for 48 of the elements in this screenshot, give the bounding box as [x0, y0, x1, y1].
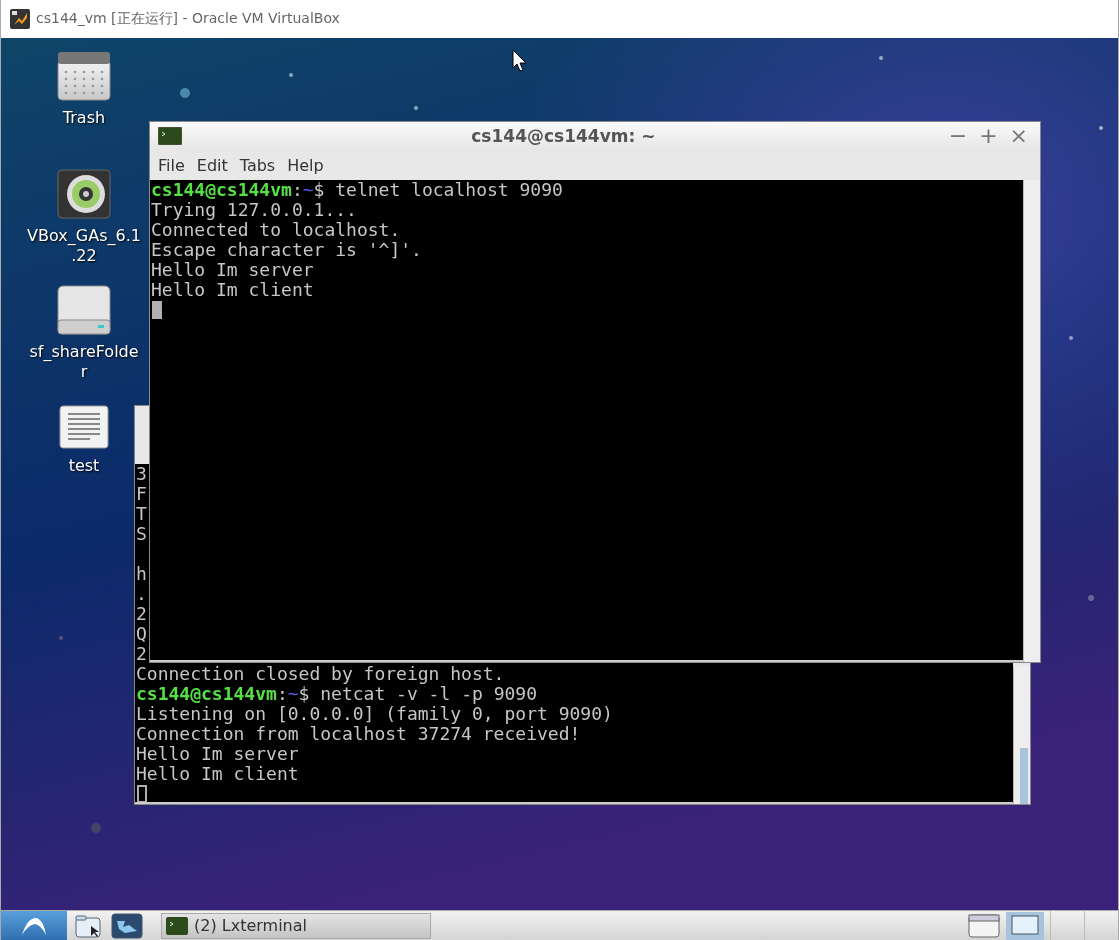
app-icon [10, 9, 30, 29]
drive-icon[interactable] [56, 284, 112, 336]
terminal-line: S [135, 524, 148, 544]
terminal-line: Hello Im server [150, 260, 315, 280]
terminal-line: Trying 127.0.0.1... [150, 200, 358, 220]
terminal-line: Hello Im client [150, 280, 315, 300]
mouse-pointer-icon [512, 49, 528, 73]
menu-item[interactable]: Help [283, 155, 328, 175]
close-button[interactable]: × [1005, 124, 1032, 148]
world-map-icon[interactable] [111, 912, 143, 939]
scrollbar[interactable] [1023, 180, 1040, 662]
window-icon[interactable] [968, 912, 1000, 939]
terminal-line: cs144@cs144vm:~$ netcat -v -l -p 9090 [135, 684, 538, 704]
terminal-line: Listening on [0.0.0.0] (family 0, port 9090) [135, 704, 614, 724]
icon-label[interactable]: Trash [62, 108, 106, 128]
window-title: cs144_vm [正在运行] - Oracle VM VirtualBox [36, 10, 340, 28]
minimize-button[interactable]: − [944, 124, 972, 148]
icon-label[interactable]: test [68, 456, 100, 476]
maximize-button[interactable]: + [975, 124, 1002, 148]
terminal-line: Escape character is '^]'. [150, 240, 423, 260]
document-icon[interactable] [58, 404, 110, 450]
taskbar-task[interactable]: (2) Lxterminal [161, 912, 431, 939]
terminal-line: Hello Im client [135, 764, 300, 784]
scrollbar[interactable] [1013, 666, 1030, 804]
terminal-line: Connection closed by foreign host. [135, 664, 506, 684]
terminal-line: Q [135, 624, 148, 644]
menu-item[interactable]: File [154, 155, 189, 175]
desktop-pager-icon[interactable] [1006, 911, 1044, 940]
icon-label[interactable]: sf_shareFolde r [29, 342, 139, 382]
terminal-icon [166, 916, 188, 935]
terminal-line: Connected to localhost. [150, 220, 402, 240]
menu-item[interactable]: Edit [192, 155, 232, 175]
terminal-line: Connection from localhost 37274 received! [135, 724, 582, 744]
terminal-line: Hello Im server [135, 744, 300, 764]
start-button[interactable] [1, 911, 67, 940]
menu-item[interactable]: Tabs [235, 155, 280, 175]
icon-label[interactable]: VBox_GAs_6.1 .22 [27, 226, 141, 266]
terminal-line: h [135, 564, 148, 584]
terminal-line: cs144@cs144vm:~$ telnet localhost 9090 [150, 180, 564, 200]
trash-icon[interactable] [56, 50, 112, 102]
terminal-line: 2 [135, 644, 148, 664]
terminal-line: . [135, 584, 148, 604]
terminal-title: cs144@cs144vm: ~ [470, 126, 657, 146]
terminal-icon [158, 127, 182, 145]
terminal-line: 2 [135, 604, 148, 624]
terminal-line: T [135, 504, 148, 524]
terminal-line: F [135, 484, 148, 504]
terminal-line: 3 [135, 464, 148, 484]
